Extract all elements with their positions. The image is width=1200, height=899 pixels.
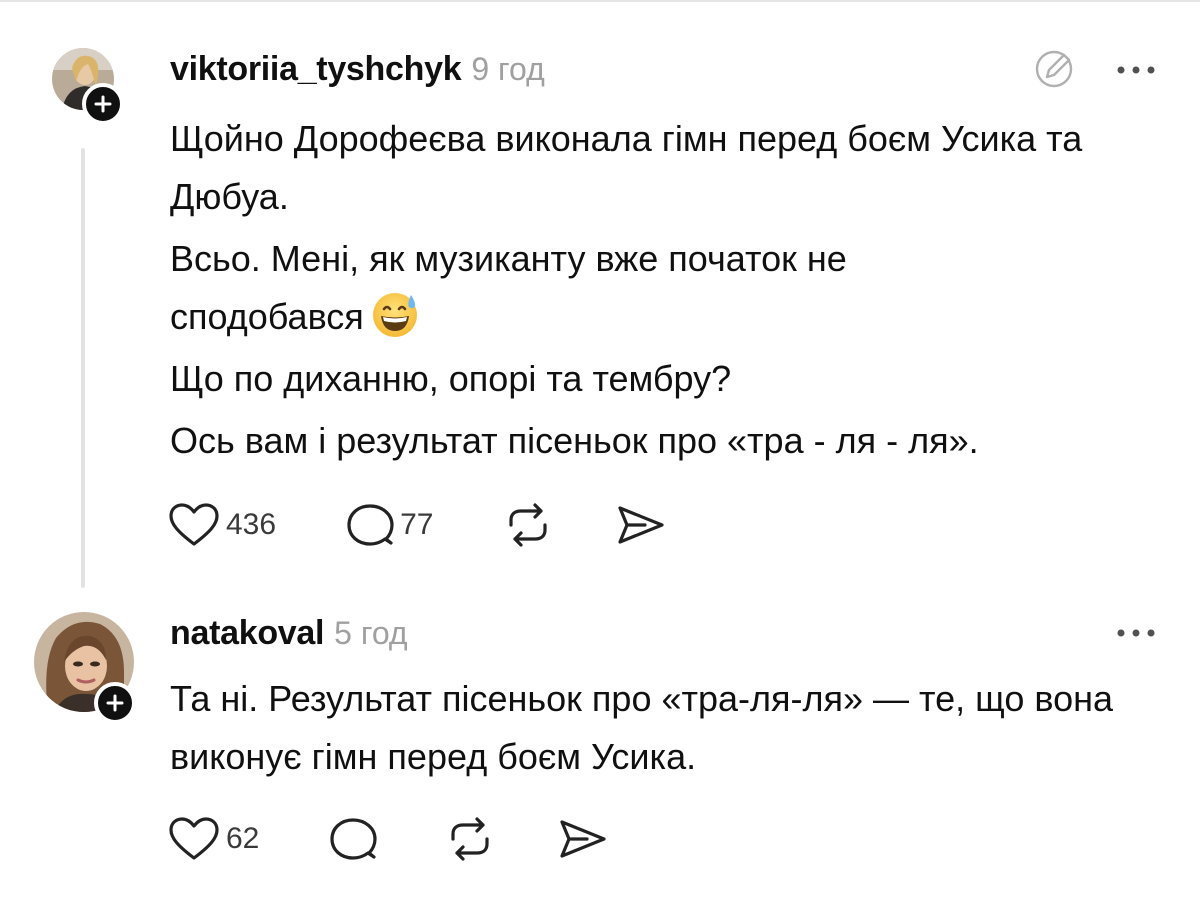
repost-icon	[509, 503, 548, 547]
more-icon[interactable]	[1116, 64, 1156, 76]
thread-line	[81, 148, 85, 588]
share-icon	[560, 820, 606, 858]
reply-count: 77	[400, 508, 434, 541]
share-button[interactable]	[615, 502, 667, 548]
like-button[interactable]: 436	[168, 502, 276, 548]
repost-button[interactable]	[445, 816, 495, 862]
action-bar: 62	[168, 814, 609, 864]
comment-line: Щойно Дорофеєва виконала гімн перед боєм…	[170, 118, 1083, 217]
like-button[interactable]: 62	[168, 816, 259, 862]
username[interactable]: natakoval	[170, 614, 324, 653]
comment-body: Щойно Дорофеєва виконала гімн перед боєм…	[170, 110, 1170, 470]
comment-line: Та ні. Результат пісеньок про «тра-ля-ля…	[170, 678, 1114, 777]
username[interactable]: viktoriia_tyshchyk	[170, 50, 462, 89]
grinning-face-with-sweat-emoji	[372, 293, 417, 337]
like-count: 436	[226, 508, 277, 541]
comment-1: viktoriia_tyshchyk 9 год Щойно Дорофеєва…	[0, 0, 1200, 600]
comment-icon	[330, 818, 377, 860]
follow-plus-icon	[94, 95, 112, 113]
comment-body: Та ні. Результат пісеньок про «тра-ля-ля…	[170, 670, 1170, 786]
share-icon	[618, 506, 665, 544]
comment-2: natakoval 5 год Та ні. Результат пісеньо…	[0, 600, 1200, 899]
like-count: 62	[226, 822, 260, 855]
timestamp: 9 год	[471, 51, 545, 87]
more-icon[interactable]	[1116, 627, 1156, 639]
share-button[interactable]	[557, 816, 609, 862]
follow-button[interactable]	[94, 682, 136, 724]
edit-icon[interactable]	[1033, 46, 1079, 92]
comment-icon	[347, 504, 394, 546]
comment-line: Ось вам і результат пісеньок про «тра - …	[170, 420, 979, 461]
follow-plus-icon	[106, 694, 124, 712]
timestamp: 5 год	[334, 615, 408, 651]
action-bar: 436 77	[168, 500, 667, 550]
repost-icon	[451, 817, 489, 861]
comment-header: natakoval 5 год	[170, 614, 408, 653]
heart-icon	[169, 817, 219, 860]
reply-button[interactable]: 77	[346, 502, 433, 548]
comment-header: viktoriia_tyshchyk 9 год	[170, 50, 545, 89]
heart-icon	[169, 503, 219, 546]
repost-button[interactable]	[503, 502, 553, 548]
reply-button[interactable]	[329, 816, 377, 862]
comment-line: Що по диханню, опорі та тембру?	[170, 358, 732, 399]
comment-line: Всьо. Мені, як музиканту вже початок не …	[170, 238, 847, 337]
follow-button[interactable]	[82, 83, 124, 125]
